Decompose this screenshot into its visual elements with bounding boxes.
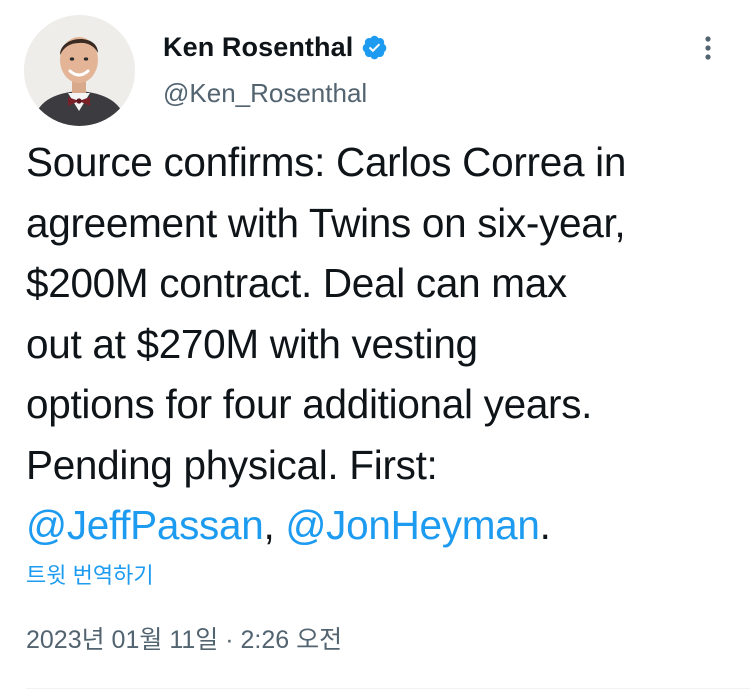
tweet-text-line: $200M contract. Deal can max: [26, 260, 567, 306]
translate-tweet-link[interactable]: 트윗 번역하기: [26, 558, 154, 590]
vertical-ellipsis-icon[interactable]: [693, 30, 723, 66]
avatar-photo: [24, 15, 135, 126]
tweet-timestamp[interactable]: 2023년 01월 11일 · 2:26 오전: [26, 620, 342, 656]
tweet-card: Ken Rosenthal @Ken_Rosenthal Source conf…: [0, 0, 750, 692]
divider: [26, 688, 750, 689]
tweet-ending: .: [539, 502, 551, 548]
mention-separator: ,: [263, 502, 286, 548]
verified-badge-icon: [361, 34, 388, 61]
tweet-mentions-line: @JeffPassan, @JonHeyman.: [26, 495, 731, 556]
author-handle[interactable]: @Ken_Rosenthal: [163, 78, 367, 109]
tweet-text-line: Pending physical. First:: [26, 441, 438, 488]
author-display-name[interactable]: Ken Rosenthal: [163, 32, 353, 63]
author-name-row[interactable]: Ken Rosenthal: [163, 30, 388, 64]
tweet-text-line: out at $270M with vesting: [26, 320, 478, 367]
tweet-text-line: agreement with Twins on six-year,: [26, 199, 626, 246]
author-avatar[interactable]: [24, 15, 135, 126]
tweet-text-line: options for four additional years.: [26, 381, 593, 427]
mention-link-jeffpassan[interactable]: @JeffPassan: [26, 502, 264, 548]
mention-link-jonheyman[interactable]: @JonHeyman: [285, 502, 540, 548]
tweet-text-line: Source confirms: Carlos Correa in: [26, 139, 627, 185]
tweet-body: Source confirms: Carlos Correa in agreem…: [26, 132, 731, 556]
